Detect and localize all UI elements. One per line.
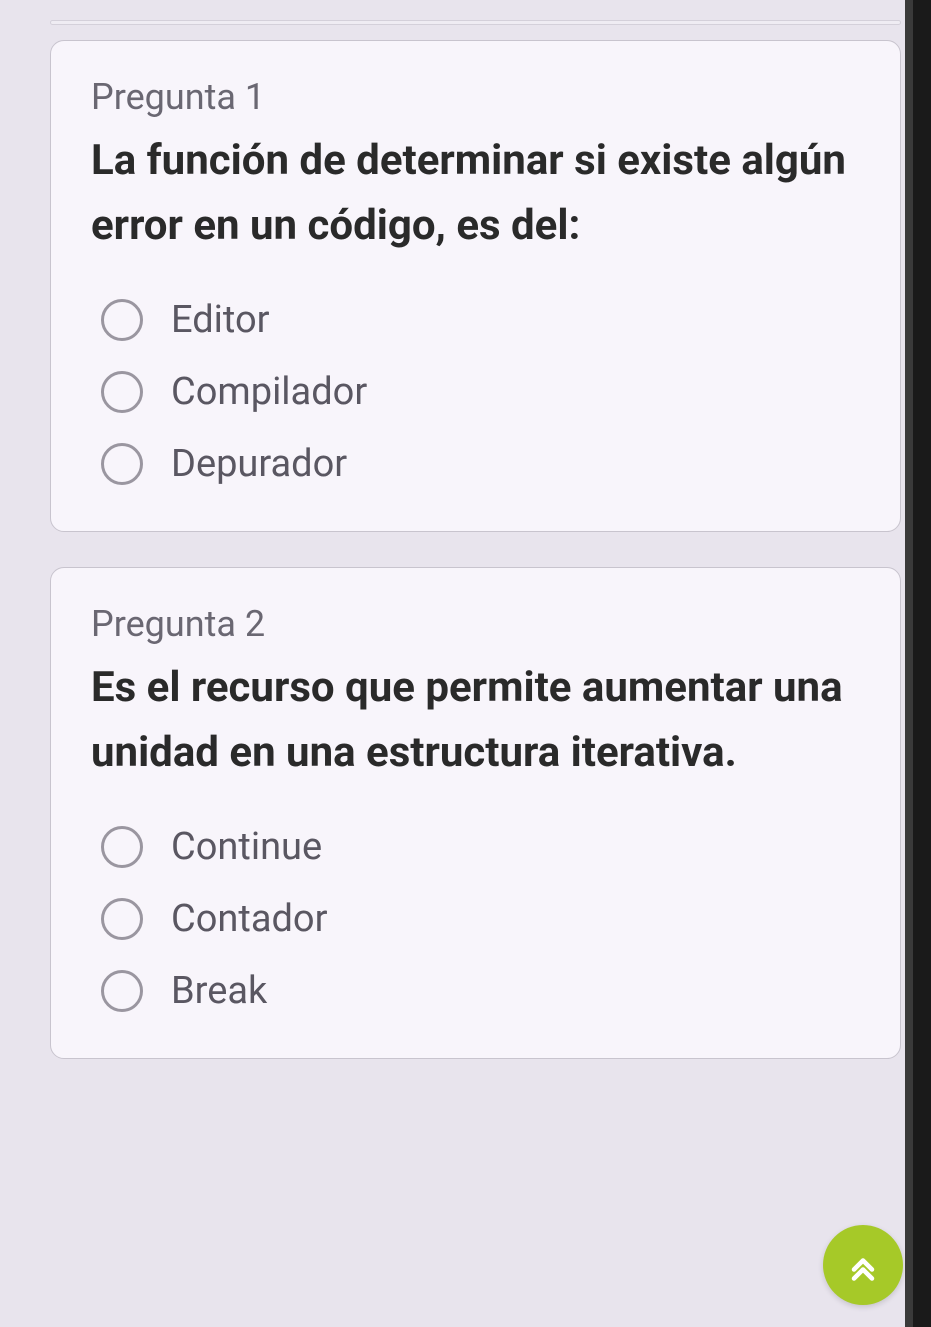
radio-icon bbox=[101, 898, 143, 940]
question-number: Pregunta 2 bbox=[91, 603, 860, 645]
radio-icon bbox=[101, 443, 143, 485]
question-card-1: Pregunta 1 La función de determinar si e… bbox=[50, 40, 901, 532]
option-editor[interactable]: Editor bbox=[101, 298, 860, 342]
options-list: Continue Contador Break bbox=[91, 825, 860, 1013]
options-list: Editor Compilador Depurador bbox=[91, 298, 860, 486]
device-bezel bbox=[913, 0, 931, 1327]
option-label: Contador bbox=[171, 897, 327, 941]
option-label: Editor bbox=[171, 298, 270, 342]
option-label: Compilador bbox=[171, 370, 367, 414]
option-label: Depurador bbox=[171, 442, 347, 486]
question-text: La función de determinar si existe algún… bbox=[91, 128, 860, 258]
option-compilador[interactable]: Compilador bbox=[101, 370, 860, 414]
double-chevron-up-icon bbox=[845, 1247, 881, 1283]
radio-icon bbox=[101, 826, 143, 868]
option-continue[interactable]: Continue bbox=[101, 825, 860, 869]
device-bezel-inner bbox=[905, 0, 913, 1327]
option-contador[interactable]: Contador bbox=[101, 897, 860, 941]
option-label: Break bbox=[171, 969, 267, 1013]
radio-icon bbox=[101, 299, 143, 341]
radio-icon bbox=[101, 970, 143, 1012]
question-number: Pregunta 1 bbox=[91, 76, 860, 118]
question-card-2: Pregunta 2 Es el recurso que permite aum… bbox=[50, 567, 901, 1059]
option-label: Continue bbox=[171, 825, 322, 869]
radio-icon bbox=[101, 371, 143, 413]
question-text: Es el recurso que permite aumentar una u… bbox=[91, 655, 860, 785]
option-break[interactable]: Break bbox=[101, 969, 860, 1013]
scroll-to-top-button[interactable] bbox=[823, 1225, 903, 1305]
previous-card-edge bbox=[50, 20, 901, 25]
option-depurador[interactable]: Depurador bbox=[101, 442, 860, 486]
